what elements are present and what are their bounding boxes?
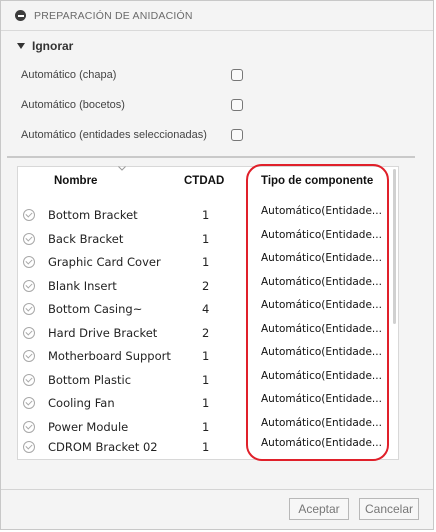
cell-qty: 2 xyxy=(202,278,210,293)
cell-qty: 1 xyxy=(202,372,210,387)
ignore-section-header[interactable]: Ignorar xyxy=(17,39,73,53)
row-check-icon xyxy=(23,350,35,362)
row-check-icon xyxy=(23,397,35,409)
row-check-icon xyxy=(23,420,35,433)
cell-qty: 1 xyxy=(202,440,210,454)
row-check-icon xyxy=(23,326,35,339)
sort-chevron-icon[interactable] xyxy=(118,166,126,171)
column-header-name[interactable]: Nombre xyxy=(54,175,97,187)
auto-sketches-checkbox[interactable] xyxy=(231,99,243,111)
option-auto-sketches: Automático (bocetos) xyxy=(21,96,243,114)
option-label: Automático (bocetos) xyxy=(21,99,125,111)
cell-qty: 1 xyxy=(202,208,210,222)
cell-name: Graphic Card Cover xyxy=(48,255,161,269)
expand-triangle-icon[interactable] xyxy=(17,43,25,49)
row-check-icon xyxy=(23,441,35,453)
cancel-button[interactable]: Cancelar xyxy=(359,498,419,520)
option-auto-selected-entities: Automático (entidades seleccionadas) xyxy=(21,126,243,144)
accept-button[interactable]: Aceptar xyxy=(289,498,349,520)
row-check-icon xyxy=(23,256,35,268)
cell-name: Power Module xyxy=(48,419,129,434)
section-divider xyxy=(7,156,415,158)
component-type-highlight xyxy=(246,164,389,461)
option-label: Automático (chapa) xyxy=(21,69,117,81)
cell-name: Back Bracket xyxy=(48,231,124,246)
cell-name: Bottom Plastic xyxy=(48,372,132,387)
cell-name: Cooling Fan xyxy=(48,396,115,410)
auto-selected-entities-checkbox[interactable] xyxy=(231,129,243,141)
collapse-minus-icon[interactable] xyxy=(15,10,26,21)
cell-qty: 1 xyxy=(202,396,210,410)
cell-qty: 2 xyxy=(202,325,210,340)
cell-qty: 1 xyxy=(202,255,210,269)
row-check-icon xyxy=(23,209,35,221)
row-check-icon xyxy=(23,373,35,386)
option-label: Automático (entidades seleccionadas) xyxy=(21,129,207,141)
row-check-icon xyxy=(23,279,35,292)
option-auto-sheet: Automático (chapa) xyxy=(21,66,243,84)
cell-name: Hard Drive Bracket xyxy=(48,325,158,340)
footer-divider xyxy=(1,489,433,490)
cell-qty: 1 xyxy=(202,349,210,363)
cell-name: Bottom Casing~ xyxy=(48,302,143,316)
cell-qty: 1 xyxy=(202,419,210,434)
row-check-icon xyxy=(23,303,35,315)
cell-name: Motherboard Support xyxy=(48,349,171,363)
cell-qty: 4 xyxy=(202,302,210,316)
dialog-title-bar[interactable]: PREPARACIÓN DE ANIDACIÓN xyxy=(1,1,433,31)
auto-sheet-checkbox[interactable] xyxy=(231,69,243,81)
table-scrollbar-thumb[interactable] xyxy=(393,169,396,324)
cell-name: Blank Insert xyxy=(48,278,117,293)
section-title: Ignorar xyxy=(32,39,74,53)
row-check-icon xyxy=(23,232,35,245)
dialog-title: PREPARACIÓN DE ANIDACIÓN xyxy=(34,9,193,22)
column-header-qty[interactable]: CTDAD xyxy=(184,175,224,187)
cell-name: Bottom Bracket xyxy=(48,208,138,222)
cell-qty: 1 xyxy=(202,231,210,246)
nesting-prep-dialog: PREPARACIÓN DE ANIDACIÓN Ignorar Automát… xyxy=(0,0,434,530)
cell-name: CDROM Bracket 02 xyxy=(48,440,158,454)
